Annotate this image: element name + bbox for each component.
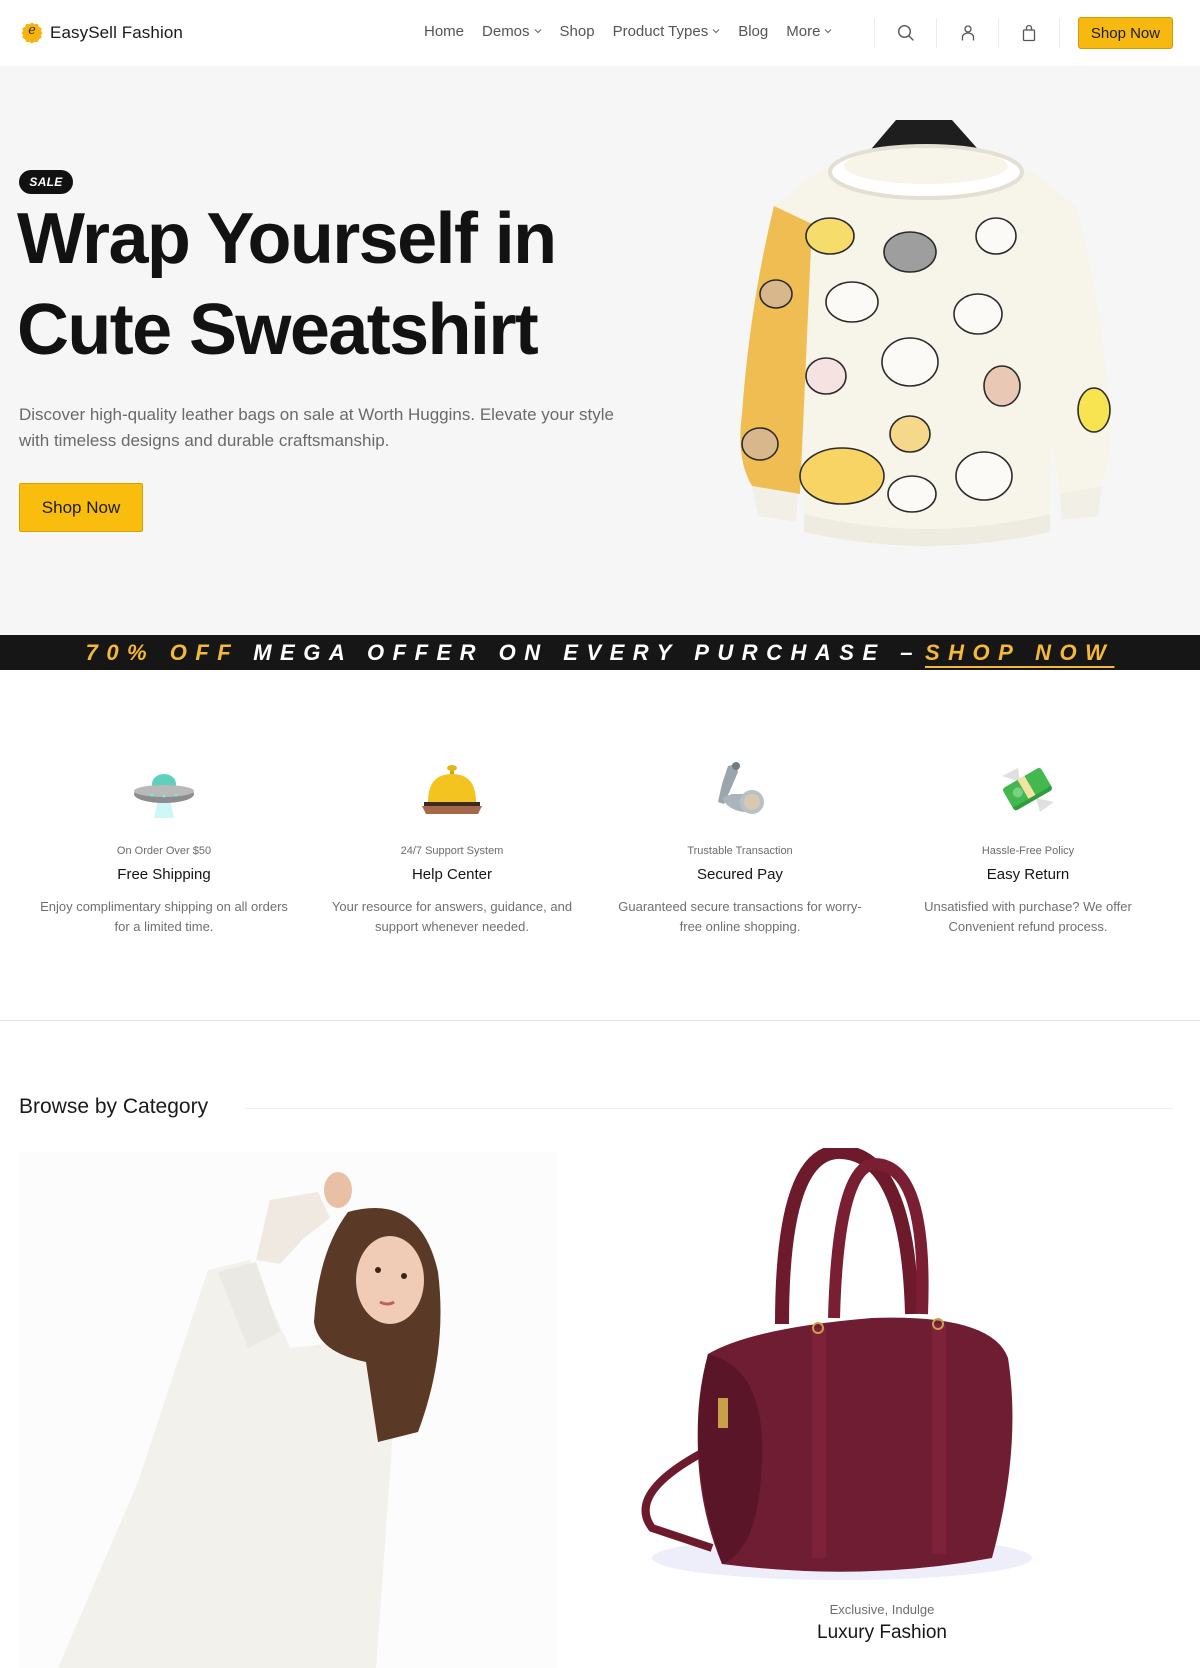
category-kicker: Exclusive, Indulge [829, 1602, 935, 1617]
hero-shop-now-button[interactable]: Shop Now [19, 483, 143, 532]
feature-description: Enjoy complimentary shipping on all orde… [40, 899, 288, 934]
chevron-down-icon [534, 29, 541, 34]
cart-button[interactable] [998, 18, 1060, 48]
nav-label: Shop [559, 23, 595, 40]
site-header: e EasySell Fashion Home Demos Shop Produ… [0, 0, 1200, 66]
chevron-down-icon [825, 29, 832, 34]
feature-description: Unsatisfied with purchase? We offer Conv… [924, 899, 1132, 934]
category-title-luxury-fashion[interactable]: Luxury Fashion [612, 1622, 1152, 1644]
heading-divider-line [245, 1108, 1173, 1109]
brand-name: EasySell Fashion [50, 23, 183, 42]
category-image-woman [18, 1152, 558, 1668]
search-icon [897, 24, 914, 41]
header-shop-now-button[interactable]: Shop Now [1078, 17, 1173, 49]
nav-item-more[interactable]: More [786, 23, 832, 40]
category-card-luxury-fashion[interactable] [612, 1148, 1152, 1668]
money-with-wings-icon [1002, 767, 1054, 812]
browse-by-category-heading: Browse by Category [19, 1095, 209, 1118]
category-card-women[interactable] [18, 1152, 558, 1668]
promo-offer-bar: 70% OFF MEGA OFFER ON EVERY PURCHASE – S… [0, 635, 1200, 670]
hero-title-line-1: Wrap Yourself in [17, 199, 557, 279]
sale-badge: SALE [19, 170, 73, 194]
feature-kicker: Trustable Transaction [687, 845, 793, 857]
shopping-bag-icon [1022, 24, 1036, 42]
header-icon-group [874, 18, 1060, 48]
nav-item-home[interactable]: Home [424, 23, 464, 40]
logo-letter: e [28, 23, 36, 38]
hero-section: SALE Wrap Yourself in Cute Sweatshirt Di… [0, 66, 1200, 635]
feature-title: Secured Pay [697, 866, 783, 883]
feature-title: Help Center [411, 866, 493, 883]
logo-badge-icon: e [20, 21, 44, 45]
hero-description: Discover high-quality leather bags on sa… [19, 405, 614, 450]
hero-sweatshirt-image [740, 120, 1111, 546]
nav-label: Demos [482, 23, 530, 40]
hero-title: Wrap Yourself in Cute Sweatshirt [17, 194, 657, 376]
offer-discount: 70% OFF [85, 639, 240, 665]
nav-label: Home [424, 23, 465, 40]
user-icon [961, 25, 974, 41]
nav-item-product-types[interactable]: Product Types [613, 23, 721, 40]
hero-title-line-2: Cute Sweatshirt [17, 290, 539, 370]
feature-help-center: 24/7 Support System Help Center Your res… [308, 758, 596, 937]
nav-label: Blog [738, 23, 769, 40]
service-bell-icon [422, 765, 482, 814]
feature-description: Guaranteed secure transactions for worry… [618, 899, 862, 934]
feature-title: Free Shipping [117, 866, 211, 883]
feature-title: Easy Return [986, 866, 1070, 883]
feature-kicker: Hassle-Free Policy [981, 845, 1075, 857]
main-nav: Home Demos Shop Product Types Blog More [424, 23, 850, 40]
ufo-icon [134, 774, 194, 818]
nav-item-shop[interactable]: Shop [560, 23, 595, 40]
category-image-handbag [612, 1148, 1152, 1608]
feature-kicker: On Order Over $50 [116, 845, 212, 857]
feature-free-shipping: On Order Over $50 Free Shipping Enjoy co… [20, 758, 308, 937]
offer-shop-now-link[interactable]: SHOP NOW [925, 640, 1114, 666]
feature-easy-return: Hassle-Free Policy Easy Return Unsatisfi… [884, 758, 1172, 937]
nav-label: More [786, 23, 821, 40]
search-button[interactable] [874, 18, 936, 48]
section-divider [0, 1020, 1200, 1021]
nav-item-blog[interactable]: Blog [738, 23, 768, 40]
features-section: On Order Over $50 Free Shipping Enjoy co… [0, 670, 1200, 1020]
brand-logo[interactable]: e EasySell Fashion [20, 21, 183, 45]
chevron-down-icon [712, 29, 720, 34]
feature-kicker: 24/7 Support System [400, 845, 504, 857]
offer-text: MEGA OFFER ON EVERY PURCHASE – [253, 639, 921, 665]
nav-item-demos[interactable]: Demos [482, 23, 542, 40]
mechanical-arm-icon [718, 762, 764, 814]
account-button[interactable] [936, 18, 998, 48]
feature-secured-pay: Trustable Transaction Secured Pay Guaran… [596, 758, 884, 937]
nav-label: Product Types [612, 23, 709, 40]
feature-description: Your resource for answers, guidance, and… [331, 899, 573, 934]
